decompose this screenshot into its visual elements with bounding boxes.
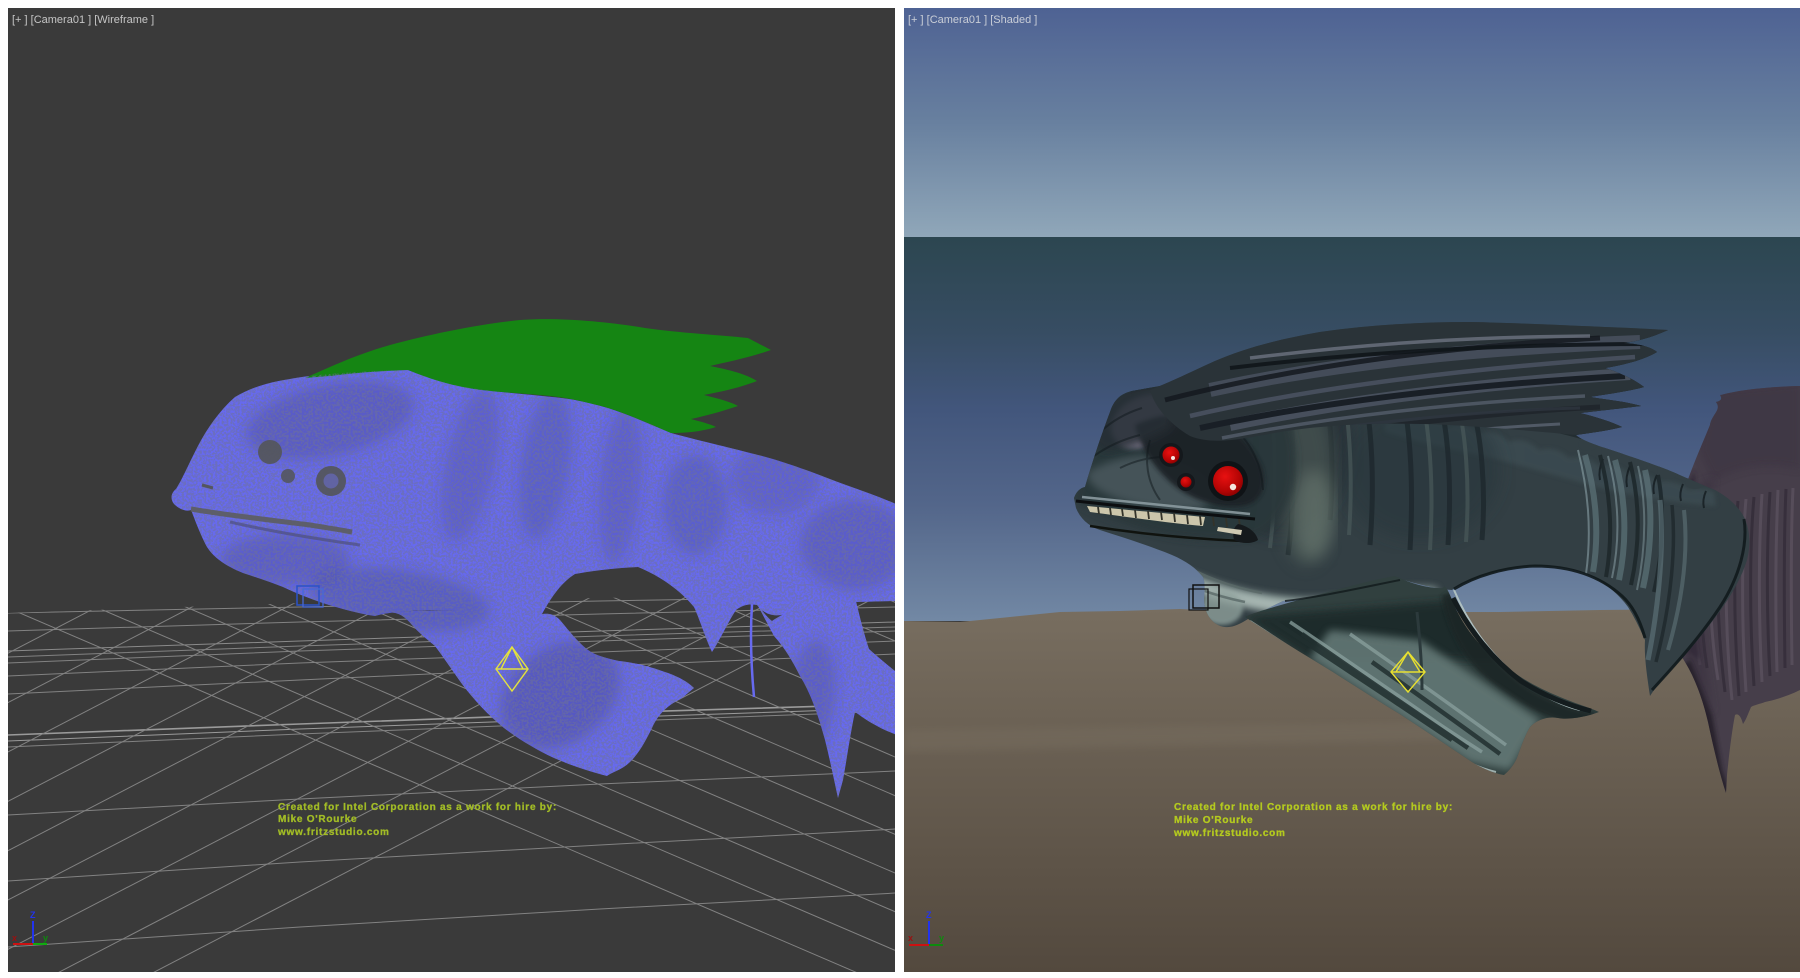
svg-text:x: x (12, 933, 17, 943)
svg-text:Created for Intel Corporation: Created for Intel Corporation as a work … (278, 802, 557, 813)
svg-text:Z: Z (30, 910, 36, 920)
svg-text:y: y (939, 933, 944, 943)
svg-text:Mike O'Rourke: Mike O'Rourke (278, 814, 357, 825)
svg-text:www.fritzstudio.com: www.fritzstudio.com (277, 827, 390, 838)
svg-text:x: x (908, 933, 913, 943)
svg-text:y: y (43, 933, 48, 943)
svg-text:Z: Z (926, 910, 932, 920)
svg-text:Created for Intel Corporation: Created for Intel Corporation as a work … (1174, 802, 1453, 813)
svg-text:www.fritzstudio.com: www.fritzstudio.com (1173, 828, 1286, 839)
svg-text:Mike O'Rourke: Mike O'Rourke (1174, 815, 1253, 826)
